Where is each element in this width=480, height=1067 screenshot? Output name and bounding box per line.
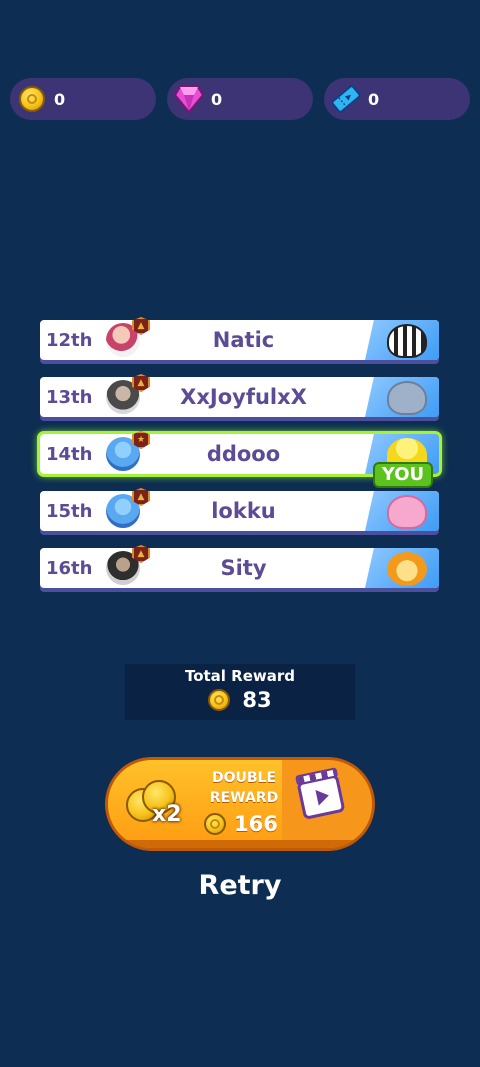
rank-label: 12th xyxy=(46,329,93,351)
coin-count: 0 xyxy=(54,89,66,109)
total-reward-panel: Total Reward 83 xyxy=(125,664,355,720)
zebra-pet-icon xyxy=(365,320,439,360)
double-reward-line2: REWARD xyxy=(209,790,279,806)
mouse-pet-icon xyxy=(365,377,439,417)
avatar: ▲ xyxy=(106,488,150,528)
avatar: ▲ xyxy=(106,317,150,357)
player-name: Natic xyxy=(212,328,275,352)
lion-pet-icon xyxy=(365,548,439,588)
ticket-icon xyxy=(330,83,362,115)
coin-icon xyxy=(208,689,231,711)
leaderboard-row: 15th ▲ lokku xyxy=(40,488,439,531)
double-reward-label: DOUBLE REWARD xyxy=(204,768,284,808)
player-name: Sity xyxy=(220,556,267,580)
leaderboard-row-you: 14th ★ ddooo YOU xyxy=(37,431,442,488)
pink-unicorn-pet-icon xyxy=(365,491,439,531)
avatar: ▲ xyxy=(106,374,150,414)
total-reward-label: Total Reward xyxy=(184,667,296,685)
retry-button[interactable]: Retry xyxy=(140,870,340,901)
rank-label: 13th xyxy=(46,386,93,408)
coin-counter[interactable]: 0 xyxy=(10,78,156,120)
multiplier-label: x2 xyxy=(152,802,182,827)
rank-label: 16th xyxy=(46,557,93,579)
ticket-count: 0 xyxy=(368,89,380,109)
ticket-counter[interactable]: 0 xyxy=(324,78,470,120)
leaderboard-row: 13th ▲ XxJoyfulxX xyxy=(40,374,439,417)
player-name: ddooo xyxy=(206,442,281,466)
double-reward-value: 166 xyxy=(234,812,278,836)
gem-count: 0 xyxy=(211,89,223,109)
double-reward-line1: DOUBLE xyxy=(211,770,277,786)
leaderboard-row: 16th ▲ Sity xyxy=(40,545,439,588)
double-reward-button[interactable]: x2 DOUBLE REWARD 166 xyxy=(108,760,372,848)
gem-icon xyxy=(173,83,205,115)
coin-icon xyxy=(16,83,48,115)
player-name: lokku xyxy=(211,499,276,523)
player-name: XxJoyfulxX xyxy=(180,385,307,409)
you-tag: YOU xyxy=(373,462,433,488)
rank-label: 14th xyxy=(46,443,93,465)
double-reward-amount: 166 xyxy=(204,812,278,836)
avatar: ★ xyxy=(106,431,150,471)
total-reward-value: 83 xyxy=(242,688,272,712)
avatar: ▲ xyxy=(106,545,150,585)
coin-icon xyxy=(204,813,226,835)
leaderboard-row: 12th ▲ Natic xyxy=(40,317,439,360)
gem-counter[interactable]: 0 xyxy=(167,78,313,120)
rank-label: 15th xyxy=(46,500,93,522)
